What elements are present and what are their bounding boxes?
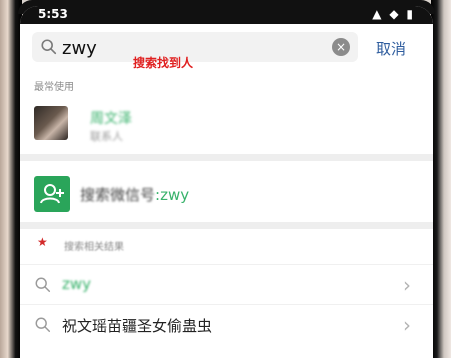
- search-input[interactable]: zwy: [62, 38, 97, 59]
- search-suggestion-item[interactable]: 祝文瑶苗疆圣女偷蛊虫 ›: [20, 304, 433, 345]
- section-label: 最常使用: [34, 82, 74, 93]
- phone-bezel-left: [0, 0, 22, 358]
- suggestion-text: 祝文瑶苗疆圣女偷蛊虫: [62, 317, 213, 335]
- chevron-right-icon: ›: [403, 273, 411, 297]
- search-icon: [41, 39, 57, 55]
- phone-bezel-right: [431, 0, 451, 358]
- search-box[interactable]: zwy ×: [32, 32, 358, 62]
- contact-item[interactable]: 周文泽 联系人: [20, 100, 433, 154]
- wechat-search-query: :zwy: [155, 186, 190, 204]
- status-icons: ▲ ◆ ▮: [372, 7, 415, 21]
- search-wechat-id-item[interactable]: 搜索微信号:zwy: [20, 166, 433, 222]
- clear-icon[interactable]: ×: [332, 38, 350, 56]
- wechat-search-label: 搜索微信号:zwy: [80, 184, 189, 205]
- annotation-text: 搜索找到人: [133, 56, 194, 70]
- search-suggestion-item[interactable]: zwy ›: [20, 264, 433, 305]
- cancel-button[interactable]: 取消: [376, 38, 406, 59]
- status-bar: 5:53 ▲ ◆ ▮: [20, 6, 433, 24]
- status-time: 5:53: [38, 7, 68, 21]
- star-icon: ★: [37, 235, 48, 249]
- search-row: zwy × 取消: [20, 24, 433, 70]
- chevron-right-icon: ›: [403, 313, 411, 337]
- add-contact-icon: [34, 176, 70, 212]
- related-search-label: 搜索相关结果: [64, 242, 124, 253]
- wechat-search-prefix: 搜索微信号: [80, 186, 156, 204]
- search-icon: [35, 317, 51, 333]
- suggestion-text: zwy: [62, 275, 92, 293]
- search-icon: [35, 277, 51, 293]
- phone-frame: 5:53 ▲ ◆ ▮ zwy × 取消 搜索找到人 最常使用 周文泽 联系人 搜…: [0, 0, 451, 358]
- contact-subtitle: 联系人: [90, 130, 123, 143]
- phone-screen: 5:53 ▲ ◆ ▮ zwy × 取消 搜索找到人 最常使用 周文泽 联系人 搜…: [20, 6, 433, 358]
- avatar: [34, 106, 68, 140]
- contact-name: 周文泽: [90, 111, 132, 127]
- section-divider: [20, 154, 433, 161]
- section-divider: [20, 222, 433, 229]
- related-search-header[interactable]: ★ 搜索相关结果: [20, 232, 433, 258]
